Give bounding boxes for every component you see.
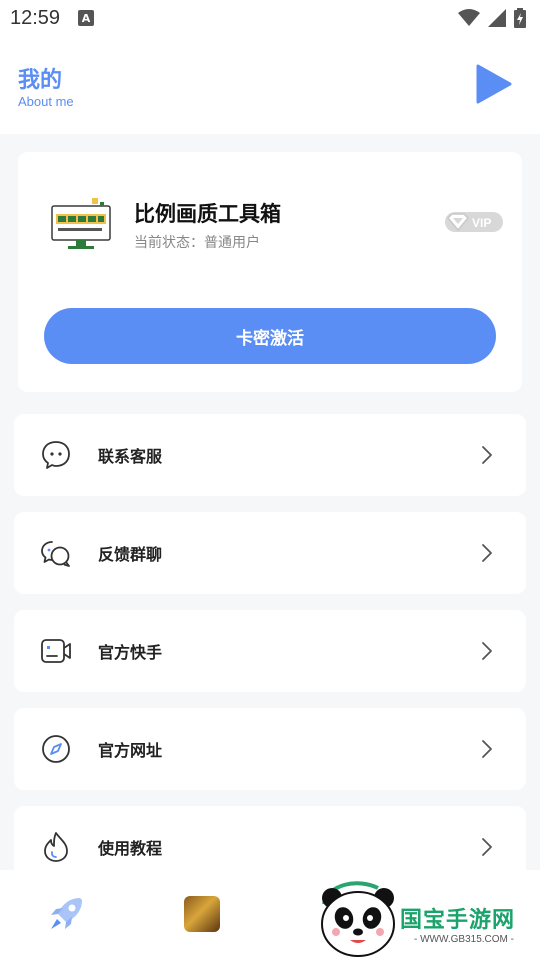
- page-title: 我的: [18, 68, 63, 93]
- svg-text:VIP: VIP: [472, 216, 491, 230]
- menu-label: 官方网址: [98, 741, 163, 760]
- panda-logo: [321, 881, 395, 957]
- notification-icon: A: [78, 10, 95, 26]
- battery-icon: [514, 8, 526, 28]
- chevron-right-icon: [482, 446, 492, 464]
- app-name: 比例画质工具箱: [134, 202, 281, 226]
- flame-icon: [44, 832, 68, 862]
- watermark-text: 国宝手游网: [400, 908, 516, 933]
- chevron-right-icon: [482, 642, 492, 660]
- activate-button[interactable]: 卡密激活: [44, 308, 496, 364]
- menu-label: 官方快手: [98, 643, 163, 662]
- play-icon[interactable]: [476, 64, 512, 104]
- status-time: 12:59: [10, 6, 61, 29]
- chat-bubble-icon: [42, 441, 70, 469]
- group-chat-icon: [41, 541, 70, 567]
- menu-label: 反馈群聊: [98, 545, 163, 564]
- video-camera-icon: [41, 639, 71, 663]
- page-header: 我的 About me: [0, 36, 540, 134]
- profile-card: 比例画质工具箱 当前状态：普通用户 VIP 卡密激活: [18, 152, 522, 392]
- bottom-tab-bar: 国宝手游网 - WWW.GB315.COM -: [0, 870, 540, 960]
- menu-label: 联系客服: [98, 447, 163, 466]
- menu-item-official-kuaishou[interactable]: 官方快手: [14, 610, 526, 692]
- watermark-url: - WWW.GB315.COM -: [414, 934, 514, 945]
- chevron-right-icon: [482, 544, 492, 562]
- user-status: 当前状态：普通用户: [134, 235, 260, 251]
- chevron-right-icon: [482, 740, 492, 758]
- app-logo-icon: [51, 198, 111, 249]
- watermark: 国宝手游网 - WWW.GB315.COM -: [298, 870, 540, 960]
- compass-icon: [42, 735, 70, 763]
- status-bar: 12:59 A: [0, 0, 540, 36]
- game-tab-icon[interactable]: [184, 896, 220, 932]
- vip-badge: VIP: [445, 212, 503, 232]
- page-subtitle: About me: [18, 94, 74, 109]
- rocket-icon[interactable]: [46, 894, 86, 934]
- menu-item-official-website[interactable]: 官方网址: [14, 708, 526, 790]
- chevron-right-icon: [482, 838, 492, 856]
- wifi-icon: [458, 9, 480, 26]
- menu-item-contact-service[interactable]: 联系客服: [14, 414, 526, 496]
- menu-label: 使用教程: [98, 839, 163, 858]
- menu-item-feedback-group[interactable]: 反馈群聊: [14, 512, 526, 594]
- signal-icon: [488, 9, 506, 27]
- status-icons: [458, 8, 526, 28]
